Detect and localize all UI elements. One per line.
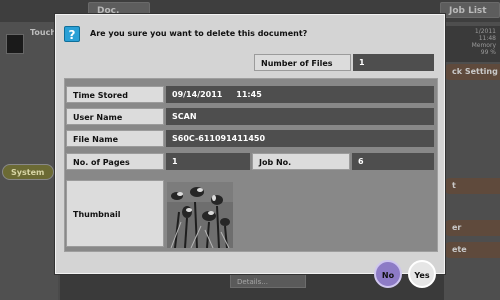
delete-confirm-dialog: ? Are you sure you want to delete this d… xyxy=(55,14,445,274)
date-text: 1/2011 xyxy=(474,28,496,35)
file-name-label: File Name xyxy=(66,130,164,147)
right-button-delete[interactable]: ete xyxy=(444,242,500,258)
no-button[interactable]: No xyxy=(374,260,402,288)
tab-job-list[interactable]: Job List xyxy=(440,2,500,18)
status-info: 1/2011 11:48 Memory 99 % xyxy=(446,26,500,62)
question-icon: ? xyxy=(64,26,80,42)
thumbnail-label: Thumbnail xyxy=(66,180,164,247)
details-button[interactable]: Details... xyxy=(230,274,306,288)
right-button-2[interactable]: t xyxy=(444,178,500,194)
number-of-files-value: 1 xyxy=(353,54,434,71)
time-text: 11:48 xyxy=(478,35,496,42)
system-button[interactable]: System xyxy=(2,164,54,180)
pages-value: 1 xyxy=(166,153,250,170)
thumbnail-image xyxy=(167,182,233,248)
memory-value: 99 % xyxy=(480,49,496,56)
user-name-label: User Name xyxy=(66,108,164,125)
yes-button[interactable]: Yes xyxy=(408,260,436,288)
right-button-3[interactable]: er xyxy=(444,220,500,236)
file-name-value: S60C-611091411450 xyxy=(166,130,434,147)
right-button-setting[interactable]: ck Setting xyxy=(444,64,500,80)
job-no-label: Job No. xyxy=(252,153,350,170)
time-stored-label: Time Stored xyxy=(66,86,164,103)
left-panel xyxy=(0,22,58,300)
document-thumbnail xyxy=(167,182,233,248)
document-icon xyxy=(6,34,24,54)
user-name-value: SCAN xyxy=(166,108,434,125)
time-stored-value: 09/14/2011 11:45 xyxy=(166,86,434,103)
dialog-question: Are you sure you want to delete this doc… xyxy=(90,29,308,38)
touch-label: Touch xyxy=(30,28,57,37)
memory-label: Memory xyxy=(471,42,496,49)
pages-label: No. of Pages xyxy=(66,153,164,170)
number-of-files-label: Number of Files xyxy=(254,54,351,71)
job-no-value: 6 xyxy=(352,153,434,170)
